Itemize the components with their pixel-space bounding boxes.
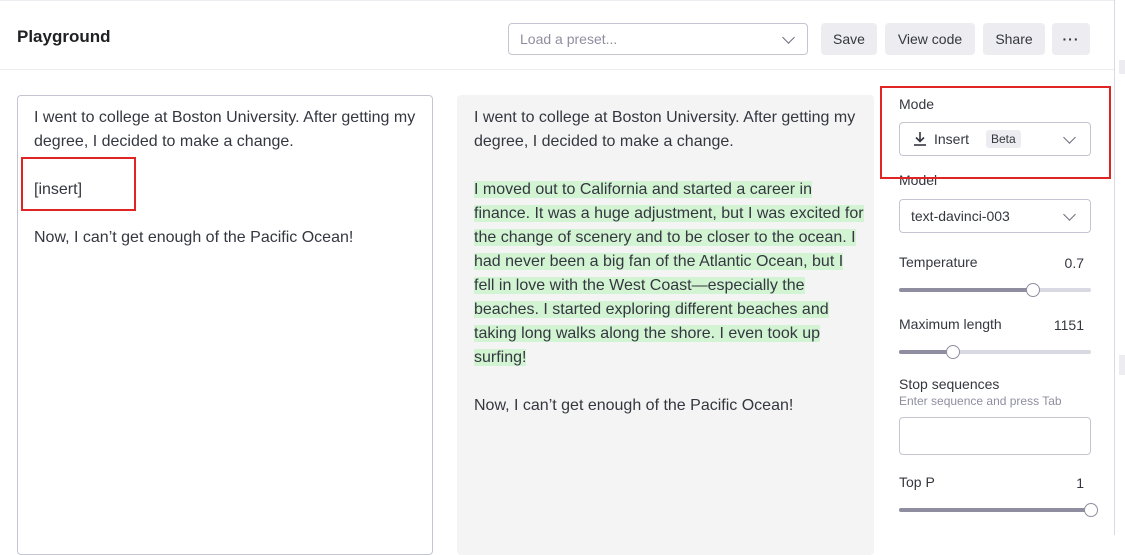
- highlighted-insertion: I moved out to California and started a …: [474, 181, 864, 366]
- top-p-value: 1: [1076, 475, 1084, 491]
- temperature-slider[interactable]: [899, 283, 1091, 297]
- preset-select[interactable]: Load a preset...: [508, 23, 808, 55]
- input-paragraph: Now, I can’t get enough of the Pacific O…: [34, 229, 354, 246]
- top-p-label: Top P: [899, 474, 935, 490]
- slider-handle[interactable]: [945, 345, 960, 359]
- save-button[interactable]: Save: [821, 23, 877, 55]
- temperature-value: 0.7: [1064, 255, 1084, 271]
- slider-fill: [899, 508, 1091, 512]
- slider-handle[interactable]: [1026, 283, 1041, 297]
- input-paragraph: I went to college at Boston University. …: [34, 109, 416, 150]
- chevron-down-icon: [782, 31, 795, 44]
- stop-sequences-input[interactable]: [899, 417, 1091, 455]
- maximum-length-label: Maximum length: [899, 316, 1002, 332]
- page-title: Playground: [17, 27, 111, 46]
- chevron-down-icon: [1063, 208, 1076, 221]
- view-code-button[interactable]: View code: [885, 23, 975, 55]
- share-button[interactable]: Share: [983, 23, 1045, 55]
- model-value: text-davinci-003: [911, 208, 1010, 224]
- maximum-length-slider[interactable]: [899, 345, 1091, 359]
- stop-sequences-hint: Enter sequence and press Tab: [899, 394, 1062, 408]
- playground-header: Playground Load a preset... Save View co…: [0, 0, 1114, 70]
- preset-placeholder: Load a preset...: [520, 31, 618, 47]
- adjacent-window-edge: [1114, 0, 1125, 535]
- maximum-length-value: 1151: [1053, 317, 1084, 333]
- more-options-button[interactable]: ···: [1052, 23, 1090, 55]
- output-paragraph: Now, I can’t get enough of the Pacific O…: [474, 397, 794, 414]
- inserted-completion: I moved out to California and started a …: [474, 178, 864, 370]
- temperature-label: Temperature: [899, 254, 978, 270]
- edge-mark: [1119, 355, 1125, 375]
- output-paragraph: I went to college at Boston University. …: [474, 109, 856, 150]
- model-select[interactable]: text-davinci-003: [899, 199, 1091, 233]
- slider-handle[interactable]: [1084, 503, 1098, 517]
- annotation-box-insert-token: [21, 157, 136, 211]
- edge-mark: [1119, 60, 1125, 74]
- slider-fill: [899, 350, 953, 354]
- stop-sequences-label: Stop sequences: [899, 376, 1000, 392]
- top-p-slider[interactable]: [899, 503, 1098, 517]
- slider-fill: [899, 288, 1034, 292]
- annotation-box-mode: [880, 86, 1111, 179]
